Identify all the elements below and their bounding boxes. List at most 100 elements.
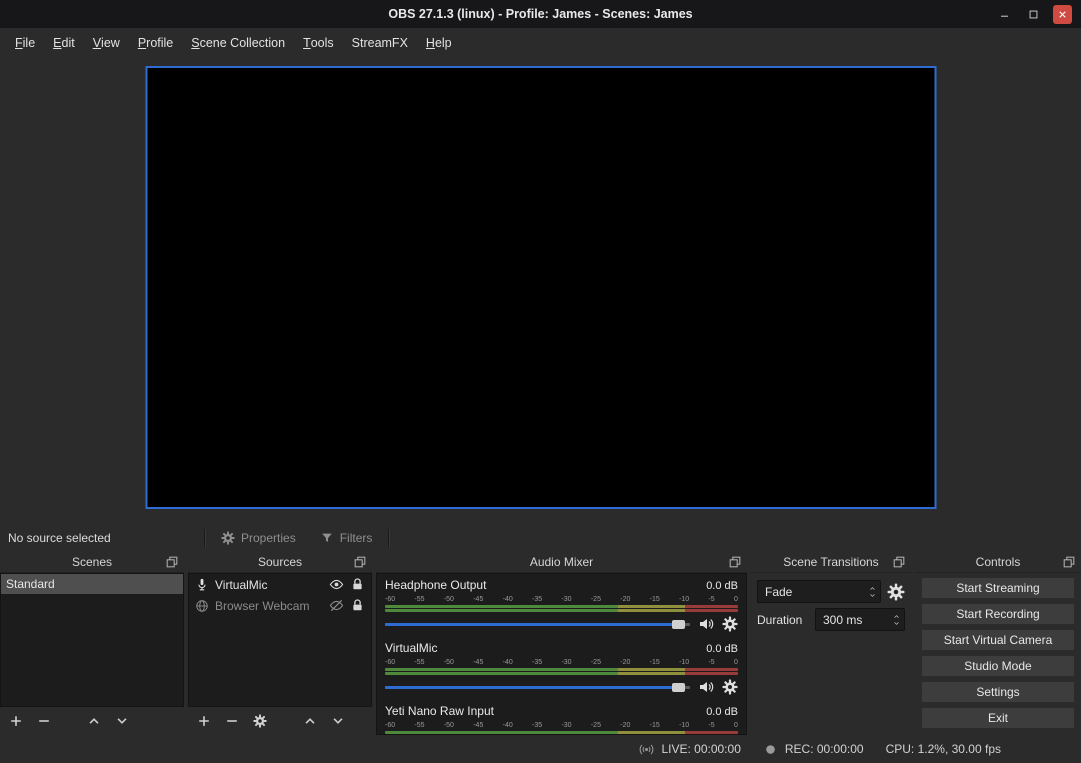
lock-toggle[interactable] <box>350 577 365 592</box>
channel-name: Headphone Output <box>385 578 486 592</box>
mixer-channel-headphone-output: Headphone Output 0.0 dB -60-55-50-45-40-… <box>377 574 746 637</box>
preview-canvas[interactable] <box>145 66 936 509</box>
move-scene-up-button[interactable] <box>87 714 101 728</box>
close-button[interactable] <box>1053 5 1072 24</box>
tick-label: 0 <box>734 721 738 730</box>
volume-slider[interactable] <box>385 617 690 631</box>
start-recording-button[interactable]: Start Recording <box>921 603 1075 625</box>
chevron-down-icon <box>115 714 129 728</box>
plus-icon <box>197 714 211 728</box>
tick-label: -15 <box>650 658 660 667</box>
remove-scene-button[interactable] <box>37 714 51 728</box>
mute-button[interactable] <box>698 679 714 695</box>
tick-label: -35 <box>532 658 542 667</box>
combo-arrows[interactable] <box>865 581 880 602</box>
add-source-button[interactable] <box>197 714 211 728</box>
menu-item-edit[interactable]: Edit <box>44 28 84 58</box>
scene-transitions-panel: Scene Transitions Fade Dur <box>751 552 911 735</box>
scenes-toolbar <box>0 707 184 735</box>
menu-item-view[interactable]: View <box>84 28 129 58</box>
tick-label: -55 <box>414 595 424 604</box>
spinner-arrows[interactable] <box>889 609 904 630</box>
plus-icon <box>9 714 23 728</box>
filters-button[interactable]: Filters <box>312 528 381 548</box>
move-scene-down-button[interactable] <box>115 714 129 728</box>
properties-button[interactable]: Properties <box>213 528 304 548</box>
scenes-list: Standard <box>0 573 184 707</box>
mixer-channel-virtualmic: VirtualMic 0.0 dB -60-55-50-45-40-35-30-… <box>377 637 746 700</box>
transition-select[interactable]: Fade <box>757 580 881 603</box>
scene-transitions-body: Fade Duration 300 ms <box>751 573 911 735</box>
duration-value: 300 ms <box>823 613 862 627</box>
channel-settings-button[interactable] <box>722 616 738 632</box>
popout-icon[interactable] <box>165 555 179 569</box>
volume-slider-handle[interactable] <box>672 620 685 629</box>
gear-icon <box>887 583 905 601</box>
lock-icon <box>350 598 365 613</box>
mute-button[interactable] <box>698 616 714 632</box>
popout-icon[interactable] <box>1062 555 1076 569</box>
menu-item-file[interactable]: File <box>6 28 44 58</box>
transition-properties-button[interactable] <box>887 583 905 601</box>
visibility-toggle[interactable] <box>329 598 344 613</box>
tick-label: -45 <box>473 721 483 730</box>
duration-spinbox[interactable]: 300 ms <box>815 608 905 631</box>
exit-button[interactable]: Exit <box>921 707 1075 729</box>
menu-item-tools[interactable]: Tools <box>294 28 343 58</box>
studio-mode-button[interactable]: Studio Mode <box>921 655 1075 677</box>
popout-icon[interactable] <box>892 555 906 569</box>
db-scale: -60-55-50-45-40-35-30-25-20-15-10-50 <box>385 595 738 604</box>
source-properties-button[interactable] <box>253 714 267 728</box>
move-source-up-button[interactable] <box>303 714 317 728</box>
status-bar: LIVE: 00:00:00 REC: 00:00:00 CPU: 1.2%, … <box>0 735 1081 763</box>
maximize-button[interactable] <box>1024 5 1043 24</box>
tick-label: -50 <box>444 721 454 730</box>
controls-title: Controls <box>976 555 1021 569</box>
scenes-panel-title: Scenes <box>72 555 112 569</box>
channel-settings-button[interactable] <box>722 679 738 695</box>
tick-label: -25 <box>591 658 601 667</box>
menu-item-streamfx[interactable]: StreamFX <box>343 28 417 58</box>
chevron-down-icon <box>331 714 345 728</box>
db-scale: -60-55-50-45-40-35-30-25-20-15-10-50 <box>385 721 738 730</box>
visibility-toggle[interactable] <box>329 577 344 592</box>
dock-row: Scenes Standard Sources <box>0 552 1081 735</box>
scene-item-standard[interactable]: Standard <box>1 574 183 594</box>
add-scene-button[interactable] <box>9 714 23 728</box>
start-virtual-camera-button[interactable]: Start Virtual Camera <box>921 629 1075 651</box>
volume-slider-handle[interactable] <box>672 683 685 692</box>
volume-slider[interactable] <box>385 680 690 694</box>
db-scale: -60-55-50-45-40-35-30-25-20-15-10-50 <box>385 658 738 667</box>
lock-toggle[interactable] <box>350 598 365 613</box>
chevron-up-icon <box>892 613 901 620</box>
tick-label: -20 <box>620 595 630 604</box>
sources-panel-header: Sources <box>188 552 372 573</box>
minimize-button[interactable] <box>995 5 1014 24</box>
tick-label: -45 <box>473 595 483 604</box>
audio-mixer-body: Headphone Output 0.0 dB -60-55-50-45-40-… <box>376 573 747 735</box>
start-streaming-button[interactable]: Start Streaming <box>921 577 1075 599</box>
settings-button[interactable]: Settings <box>921 681 1075 703</box>
source-item-virtualmic[interactable]: VirtualMic <box>189 574 371 595</box>
popout-icon[interactable] <box>353 555 367 569</box>
source-label: Browser Webcam <box>215 599 323 613</box>
menu-bar: File Edit View Profile Scene Collection … <box>0 28 1081 58</box>
duration-label: Duration <box>757 613 809 627</box>
tick-label: -40 <box>503 721 513 730</box>
move-source-down-button[interactable] <box>331 714 345 728</box>
menu-item-help[interactable]: Help <box>417 28 461 58</box>
tick-label: -60 <box>385 658 395 667</box>
tick-label: -20 <box>620 658 630 667</box>
performance-stats: CPU: 1.2%, 30.00 fps <box>886 742 1001 756</box>
lock-icon <box>350 577 365 592</box>
window-title: OBS 27.1.3 (linux) - Profile: James - Sc… <box>388 7 692 21</box>
source-item-browser-webcam[interactable]: Browser Webcam <box>189 595 371 616</box>
menu-item-profile[interactable]: Profile <box>129 28 182 58</box>
menu-item-scene-collection[interactable]: Scene Collection <box>182 28 294 58</box>
tick-label: -60 <box>385 721 395 730</box>
tick-label: -25 <box>591 721 601 730</box>
remove-source-button[interactable] <box>225 714 239 728</box>
popout-icon[interactable] <box>728 555 742 569</box>
separator <box>204 529 205 547</box>
channel-name: Yeti Nano Raw Input <box>385 704 494 718</box>
